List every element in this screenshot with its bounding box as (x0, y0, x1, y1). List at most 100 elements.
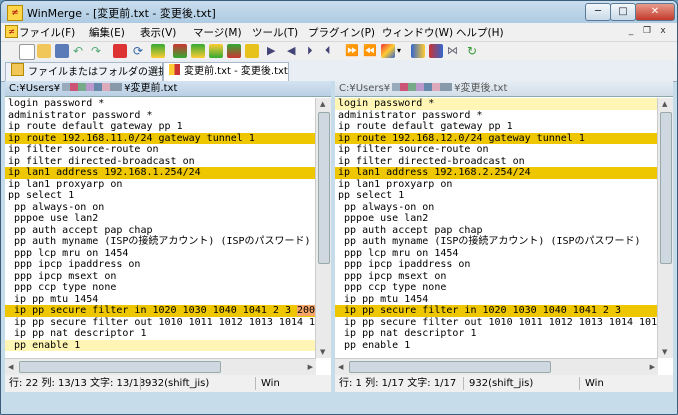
title-bar[interactable]: ≠ WinMerge - [変更前.txt - 変更後.txt] ─ □ ✕ (1, 1, 677, 23)
text-line[interactable]: pp always-on on (5, 202, 316, 214)
left-vertical-scrollbar[interactable]: ▲ ▼ (315, 98, 331, 358)
right-vertical-scrollbar[interactable]: ▲ ▼ (657, 98, 673, 358)
diff-first-icon[interactable] (173, 44, 187, 58)
text-line[interactable]: pp select 1 (5, 190, 316, 202)
text-line[interactable]: ppp ccp type none (335, 282, 658, 294)
text-line[interactable]: ip pp mtu 1454 (335, 294, 658, 306)
text-line[interactable]: ip route 192.168.12.0/24 gateway tunnel … (335, 132, 658, 144)
scroll-thumb[interactable] (318, 112, 330, 264)
mdi-minimize-button[interactable]: _ (625, 25, 637, 38)
text-line[interactable]: pp auth accept pap chap (5, 225, 316, 237)
text-line[interactable]: ip filter source-route on (5, 144, 316, 156)
undo-icon[interactable]: ↶ (73, 44, 87, 58)
copy-right-icon[interactable]: ▶ (267, 44, 281, 58)
left-horizontal-scrollbar[interactable]: ◀ ▶ (5, 358, 316, 375)
left-pane[interactable]: C:¥Users¥ ¥変更前.txt login password * admini… (5, 81, 331, 375)
right-horizontal-scrollbar[interactable]: ◀ ▶ (335, 358, 658, 375)
open-icon[interactable] (37, 44, 51, 58)
text-line[interactable]: pp enable 1 (335, 340, 658, 352)
menu-merge[interactable]: マージ(M) (193, 25, 242, 40)
text-line[interactable]: login password * (335, 98, 658, 110)
text-line[interactable]: ppp lcp mru on 1454 (335, 248, 658, 260)
diff-last-icon[interactable] (227, 44, 241, 58)
text-line[interactable]: pppoe use lan2 (5, 213, 316, 225)
menu-tools[interactable]: ツール(T) (252, 25, 298, 40)
minimize-button[interactable]: ─ (585, 3, 611, 21)
text-line[interactable]: ip lan1 address 192.168.1.254/24 (5, 167, 316, 179)
text-line[interactable]: pp auth accept pap chap (335, 225, 658, 237)
text-line[interactable]: pppoe use lan2 (335, 213, 658, 225)
text-line[interactable]: ppp ipcp ipaddress on (335, 259, 658, 271)
mdi-close-button[interactable]: x (657, 25, 669, 38)
text-line[interactable]: ip filter directed-broadcast on (5, 156, 316, 168)
text-line[interactable]: ip route default gateway pp 1 (5, 121, 316, 133)
copy-right-advance-icon[interactable]: ⏵ (307, 44, 321, 58)
filter-icon[interactable] (151, 44, 165, 58)
text-line[interactable]: administrator password * (335, 110, 658, 122)
right-pane[interactable]: C:¥Users¥ ¥変更後.txt login password * admini… (335, 81, 673, 375)
save-icon[interactable] (55, 44, 69, 58)
text-line[interactable]: ip filter directed-broadcast on (335, 156, 658, 168)
text-line[interactable]: ppp lcp mru on 1454 (5, 248, 316, 260)
tab-open-select[interactable]: ファイルまたはフォルダの選択... (5, 62, 178, 81)
text-line[interactable]: pp select 1 (335, 190, 658, 202)
copy-left-advance-icon[interactable]: ⏴ (325, 44, 339, 58)
left-text-area[interactable]: login password * administrator password *… (5, 98, 316, 358)
merge-icon[interactable]: ⋈ (447, 44, 461, 58)
right-text-area[interactable]: login password * administrator password *… (335, 98, 658, 358)
text-line[interactable]: pp always-on on (335, 202, 658, 214)
menu-edit[interactable]: 編集(E) (89, 25, 125, 40)
menu-plugins[interactable]: プラグイン(P) (308, 25, 375, 40)
compare-icon[interactable] (411, 44, 425, 58)
text-line[interactable]: ip pp secure filter out 1010 1011 1012 1… (5, 317, 316, 329)
text-line[interactable]: ip filter source-route on (335, 144, 658, 156)
document-icon[interactable]: ≠ (5, 25, 18, 38)
scroll-thumb[interactable] (660, 112, 672, 264)
copy-all-left-icon[interactable]: ⏪ (363, 44, 377, 58)
text-line[interactable]: ip pp secure filter out 1010 1011 1012 1… (335, 317, 658, 329)
refresh-icon[interactable]: ⟳ (133, 44, 147, 58)
current-diff-icon[interactable] (245, 44, 259, 58)
text-line[interactable]: ip pp mtu 1454 (5, 294, 316, 306)
options-icon[interactable] (381, 44, 395, 58)
text-line[interactable]: pp auth myname (ISPの接続アカウント) (ISPのパスワード) (335, 236, 658, 248)
scroll-thumb[interactable] (19, 361, 221, 373)
copy-all-right-icon[interactable]: ⏩ (345, 44, 359, 58)
text-line[interactable]: ppp ccp type none (5, 282, 316, 294)
scroll-thumb[interactable] (349, 361, 551, 373)
text-line[interactable]: ip pp nat descriptor 1 (5, 328, 316, 340)
new-icon[interactable] (19, 44, 35, 60)
text-line[interactable]: ip route 192.168.11.0/24 gateway tunnel … (5, 132, 316, 144)
text-line[interactable]: ip lan1 address 192.168.2.254/24 (335, 167, 658, 179)
text-line[interactable]: ip lan1 proxyarp on (5, 179, 316, 191)
tab-compare[interactable]: 変更前.txt - 変更後.txt (163, 62, 289, 81)
close-button[interactable]: ✕ (635, 3, 675, 21)
text-line[interactable]: login password * (5, 98, 316, 110)
text-line[interactable]: pp enable 1 (5, 339, 316, 351)
diff-next-icon[interactable] (209, 44, 223, 58)
reports-icon[interactable] (429, 44, 443, 58)
menu-file[interactable]: ファイル(F) (19, 25, 75, 40)
text-line[interactable]: administrator password * (5, 110, 316, 122)
menu-window[interactable]: ウィンドウ(W) (382, 25, 453, 40)
menu-help[interactable]: ヘルプ(H) (456, 25, 504, 40)
text-line[interactable]: ppp ipcp msext on (335, 271, 658, 283)
text-line[interactable]: ip pp secure filter in 1020 1030 1040 10… (335, 305, 658, 317)
redo-icon[interactable]: ↷ (91, 44, 105, 58)
text-line[interactable]: ip pp secure filter in 1020 1030 1040 10… (5, 305, 316, 317)
text-line[interactable]: ip route default gateway pp 1 (335, 121, 658, 133)
diff-prev-icon[interactable] (191, 44, 205, 58)
text-line[interactable]: ip lan1 proxyarp on (335, 179, 658, 191)
rescan-icon[interactable]: ↻ (467, 44, 481, 58)
mdi-restore-button[interactable]: ❐ (641, 25, 653, 38)
bookmark-icon[interactable] (113, 44, 127, 58)
maximize-button[interactable]: □ (610, 3, 636, 21)
copy-left-icon[interactable]: ◀ (287, 44, 301, 58)
path-prefix: C:¥Users¥ (339, 83, 391, 94)
text-line[interactable]: ppp ipcp msext on (5, 271, 316, 283)
menu-view[interactable]: 表示(V) (140, 25, 176, 40)
dropdown-icon[interactable]: ▾ (397, 44, 405, 58)
text-line[interactable]: ppp ipcp ipaddress on (5, 259, 316, 271)
text-line[interactable]: ip pp nat descriptor 1 (335, 328, 658, 340)
text-line[interactable]: pp auth myname (ISPの接続アカウント) (ISPのパスワード) (5, 236, 316, 248)
